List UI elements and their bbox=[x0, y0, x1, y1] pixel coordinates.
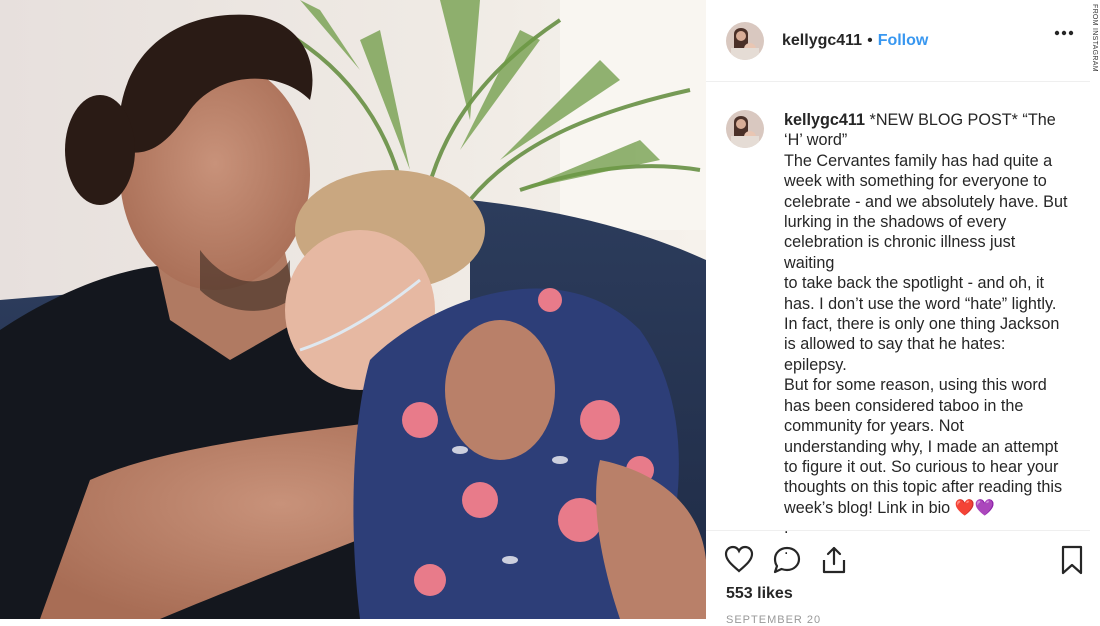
more-options-icon[interactable] bbox=[1054, 30, 1074, 36]
avatar-image bbox=[726, 110, 764, 148]
header-username[interactable]: kellygc411 bbox=[782, 32, 862, 50]
post-side-panel: kellygc411 • Follow kellygc411 *NEW BLOG… bbox=[706, 0, 1090, 626]
caption-line: has. I don’t use the word “hate” lightly… bbox=[784, 294, 1057, 313]
caption-line: week’s blog! Link in bio ❤️💜 bbox=[784, 498, 995, 517]
bookmark-icon[interactable] bbox=[1060, 545, 1084, 575]
caption-line: But for some reason, using this word bbox=[784, 376, 1047, 395]
separator-dot: • bbox=[867, 31, 873, 49]
follow-button[interactable]: Follow bbox=[878, 32, 929, 50]
post-header: kellygc411 • Follow bbox=[706, 0, 1090, 82]
share-icon[interactable] bbox=[820, 545, 848, 575]
caption-line: to figure it out. So curious to hear you… bbox=[784, 457, 1059, 476]
caption-line: In fact, there is only one thing Jackson bbox=[784, 315, 1060, 334]
caption-line: understanding why, I made an attempt bbox=[784, 437, 1059, 456]
caption-line: to take back the spotlight - and oh, it bbox=[784, 274, 1045, 293]
caption-line: lurking in the shadows of every bbox=[784, 213, 1007, 232]
caption-line: thoughts on this topic after reading thi… bbox=[784, 478, 1063, 497]
post-photo[interactable] bbox=[0, 0, 706, 619]
avatar[interactable] bbox=[726, 21, 764, 60]
caption-avatar[interactable] bbox=[726, 110, 764, 148]
photo-image bbox=[0, 0, 706, 619]
caption-line: has been considered taboo in the bbox=[784, 396, 1024, 415]
caption-line: The Cervantes family has had quite a bbox=[784, 151, 1053, 170]
caption-comment: kellygc411 *NEW BLOG POST* “The ‘H’ word… bbox=[706, 82, 1090, 559]
image-credit: FROM INSTAGRAM bbox=[1090, 0, 1100, 72]
caption-line-0: kellygc411 *NEW BLOG POST* “The bbox=[784, 111, 1056, 129]
heart-icon[interactable] bbox=[724, 545, 754, 573]
action-bar: 553 likes SEPTEMBER 20 bbox=[706, 530, 1090, 626]
caption-line: celebrate - and we absolutely have. But bbox=[784, 192, 1068, 211]
caption-username[interactable]: kellygc411 bbox=[784, 111, 865, 129]
caption-line: celebration is chronic illness just wait… bbox=[784, 233, 1016, 272]
avatar-image bbox=[726, 21, 764, 60]
caption-line: week with something for everyone to bbox=[784, 172, 1047, 191]
caption-line: is allowed to say that he hates: epileps… bbox=[784, 335, 1006, 374]
caption-line: ‘H’ word” bbox=[784, 131, 848, 150]
caption-line: community for years. Not bbox=[784, 417, 964, 436]
caption-text: kellygc411 *NEW BLOG POST* “The ‘H’ word… bbox=[784, 110, 1070, 559]
comment-icon[interactable] bbox=[772, 545, 802, 575]
post-date: SEPTEMBER 20 bbox=[726, 614, 822, 626]
credit-text: FROM INSTAGRAM bbox=[1091, 4, 1098, 72]
likes-count[interactable]: 553 likes bbox=[726, 585, 793, 603]
